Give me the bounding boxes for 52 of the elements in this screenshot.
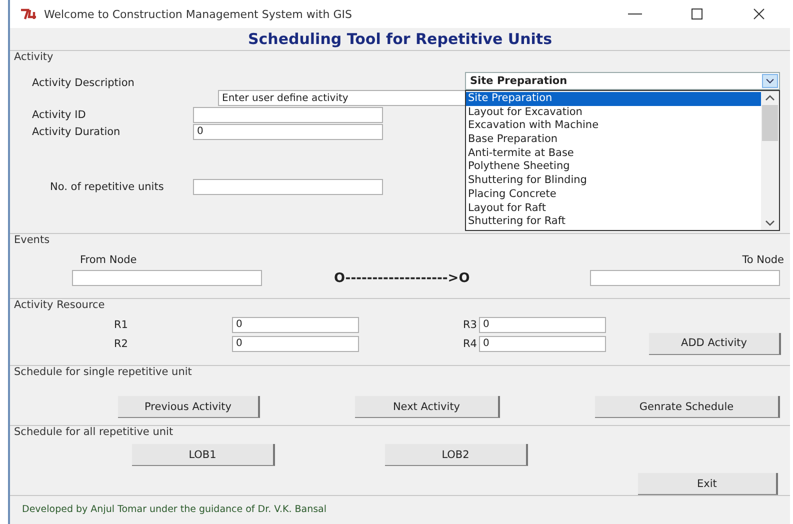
dropdown-option[interactable]: Layout for Raft — [466, 202, 761, 216]
dropdown-option[interactable]: Base Preparation — [466, 133, 761, 147]
section-label: Schedule for all repetitive unit — [13, 426, 174, 438]
window-title: Welcome to Construction Management System with GIS — [44, 8, 353, 20]
dropdown-option[interactable]: Anti-termite at Base — [466, 146, 761, 160]
section-label: Events — [13, 234, 51, 246]
add-activity-button[interactable]: ADD Activity — [649, 332, 781, 354]
scrollbar[interactable] — [761, 91, 779, 230]
input-field[interactable]: 0 — [479, 336, 606, 352]
app-logo-icon — [20, 8, 38, 20]
dropdown-option[interactable]: Placing Concrete — [466, 188, 761, 202]
activity-input-field[interactable]: Enter user define activity — [218, 90, 466, 106]
section-label: Activity Resource — [13, 299, 106, 311]
field-label: R4 — [462, 338, 478, 350]
dropdown-option[interactable]: Excavation with Machine — [466, 119, 761, 134]
activity-dropdown[interactable]: Site Preparation — [465, 72, 780, 90]
lob-button[interactable]: LOB1 — [132, 444, 275, 466]
exit-button[interactable]: Exit — [638, 473, 778, 495]
scroll-down-icon[interactable] — [765, 219, 775, 227]
lob-button[interactable]: LOB2 — [385, 444, 528, 466]
field-label: R3 — [462, 318, 478, 330]
from-node-field[interactable] — [72, 270, 262, 286]
field-label: Activity ID — [31, 108, 87, 120]
input-field[interactable] — [193, 178, 383, 194]
field-label: From Node — [80, 254, 137, 267]
input-field[interactable] — [193, 106, 383, 122]
dropdown-option[interactable]: Shuttering for Blinding — [466, 174, 761, 188]
field-label: R1 — [113, 318, 129, 330]
schedule-button[interactable]: Previous Activity — [118, 396, 260, 418]
scroll-up-icon[interactable] — [765, 94, 775, 102]
field-label: To Node — [742, 254, 784, 267]
field-label: Activity Description — [32, 77, 134, 89]
dropdown-option[interactable]: Layout for Excavation — [466, 106, 761, 120]
footer-text: Developed by Anjul Tomar under the guidance of Dr. V.K. Bansal — [22, 504, 327, 515]
section-label: Schedule for single repetitive unit — [13, 366, 193, 378]
input-field[interactable]: 0 — [232, 316, 359, 332]
arrow-label: O------------------->O — [334, 270, 471, 286]
section-label: Activity — [13, 51, 54, 63]
input-field[interactable]: 0 — [479, 316, 606, 332]
input-field[interactable]: 0 — [193, 124, 383, 140]
to-node-field[interactable] — [590, 270, 780, 286]
input-field[interactable]: 0 — [232, 336, 359, 352]
field-label: No. of repetitive units — [49, 180, 165, 192]
scrollbar-thumb[interactable] — [762, 105, 778, 141]
schedule-button[interactable]: Next Activity — [355, 396, 500, 418]
field-label: R2 — [113, 338, 129, 350]
dropdown-option[interactable]: Polythene Sheeting — [466, 160, 761, 174]
form-heading: Scheduling Tool for Repetitive Units — [246, 29, 554, 50]
field-label: Activity Duration — [31, 126, 122, 138]
dropdown-option[interactable]: Site Preparation — [466, 92, 761, 106]
schedule-button[interactable]: Genrate Schedule — [595, 396, 780, 418]
dropdown-option[interactable]: Shuttering for Raft — [466, 215, 761, 229]
